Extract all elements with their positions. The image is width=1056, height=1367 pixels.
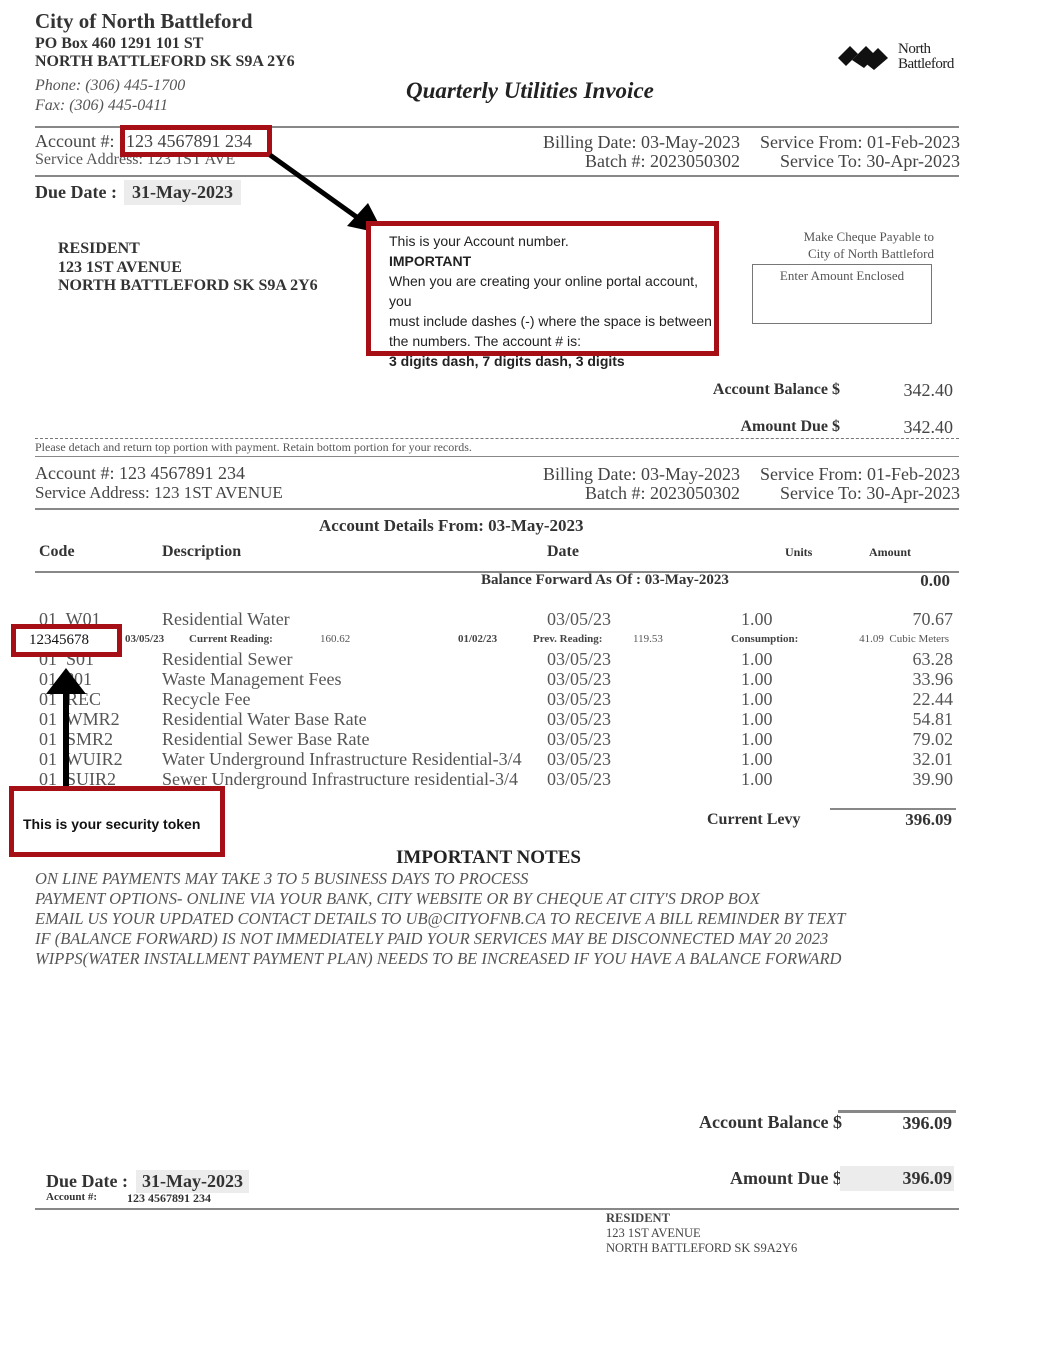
token-callout: This is your security token	[9, 786, 225, 857]
annotation-arrows	[46, 152, 384, 790]
callout-important: IMPORTANT	[389, 253, 472, 269]
callout-line1: This is your Account number.	[389, 233, 569, 249]
callout-format: 3 digits dash, 7 digits dash, 3 digits	[389, 353, 625, 369]
token-arrow-head-icon	[46, 668, 86, 694]
token-callout-text: This is your security token	[23, 816, 201, 832]
callout-line5: the numbers. The account # is:	[389, 333, 581, 349]
account-arrow-line	[268, 152, 360, 221]
security-token-value: 12345678	[29, 632, 89, 648]
callout-line4: must include dashes (-) where the space …	[389, 313, 712, 329]
callout-line3: When you are creating your online portal…	[389, 273, 698, 309]
security-token-box: 12345678	[11, 624, 122, 657]
account-callout: This is your Account number. IMPORTANT W…	[366, 221, 719, 369]
